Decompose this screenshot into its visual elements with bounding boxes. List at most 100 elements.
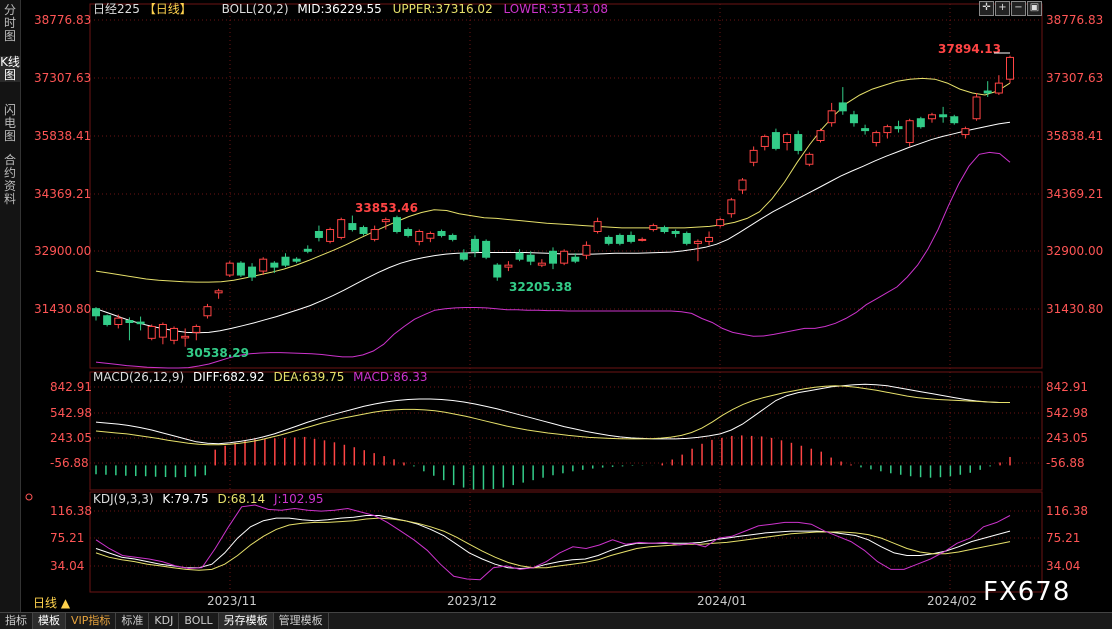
x-tick-label: 2024/02 bbox=[927, 594, 977, 608]
candle-body bbox=[248, 266, 257, 278]
candle-body bbox=[214, 290, 223, 294]
tab-manage-templates[interactable]: 管理模板 bbox=[274, 613, 329, 629]
tab-save-template[interactable]: 另存模板 bbox=[218, 613, 274, 629]
candle-body bbox=[515, 252, 524, 260]
kdj-y-tick-right: 116.38 bbox=[1046, 504, 1088, 518]
macd-header-dea: DEA:639.75 bbox=[273, 370, 344, 384]
macd-y-tick-left: -56.88 bbox=[50, 456, 89, 470]
candle-body bbox=[627, 234, 636, 242]
candle-body bbox=[883, 126, 892, 134]
candle-body bbox=[615, 234, 624, 244]
macd-y-tick-right: 542.98 bbox=[1046, 406, 1088, 420]
tab-standard[interactable]: 标准 bbox=[116, 613, 150, 629]
candle-body bbox=[459, 252, 468, 260]
macd-header-macd: MACD:86.33 bbox=[353, 370, 427, 384]
candle-body bbox=[337, 219, 346, 238]
candle-body bbox=[470, 238, 479, 252]
candle-body bbox=[314, 231, 323, 238]
watermark: FX678 bbox=[983, 577, 1071, 607]
candle-body bbox=[392, 217, 401, 233]
candle-body bbox=[303, 248, 312, 252]
kdj-header-d: D:68.14 bbox=[217, 492, 265, 506]
candles[interactable] bbox=[92, 55, 1014, 347]
kdj-settings-icon[interactable] bbox=[25, 493, 33, 501]
header-symbol: 日经225 bbox=[93, 2, 140, 16]
candle-body bbox=[426, 232, 435, 239]
tab-templates[interactable]: 模板 bbox=[33, 613, 66, 629]
kdj-y-tick-left: 116.38 bbox=[50, 504, 92, 518]
candle-body bbox=[950, 116, 959, 124]
candle-body bbox=[716, 219, 725, 227]
chart-svg[interactable]: 38776.83 37307.63 35838.41 34369.21 3290… bbox=[0, 0, 1112, 612]
macd-header-name: MACD(26,12,9) bbox=[93, 370, 184, 384]
candle-body bbox=[225, 262, 234, 276]
candle-body bbox=[805, 153, 814, 165]
main-header: 日经225 【日线】 BOLL(20,2) MID:36229.55 UPPER… bbox=[93, 2, 608, 16]
candle-body bbox=[415, 231, 424, 242]
macd-dea-line bbox=[95, 385, 1010, 446]
candle-body bbox=[582, 244, 591, 256]
candle-body bbox=[571, 256, 580, 262]
candle-body bbox=[292, 258, 301, 262]
candle-body bbox=[682, 232, 691, 244]
candle-body bbox=[537, 262, 546, 266]
tab-boll[interactable]: BOLL bbox=[179, 613, 219, 629]
candle-body bbox=[1006, 56, 1014, 80]
candle-body bbox=[916, 118, 925, 128]
candle-body bbox=[693, 240, 702, 244]
candle-body bbox=[783, 134, 792, 143]
candle-body bbox=[794, 134, 803, 151]
zoom-in-icon[interactable]: + bbox=[995, 1, 1010, 16]
candle-body bbox=[170, 327, 179, 341]
candle-body bbox=[270, 262, 279, 268]
candle-body bbox=[593, 221, 602, 232]
candle-body bbox=[838, 102, 847, 112]
annotation-high: 33853.46 bbox=[355, 201, 418, 215]
candle-body bbox=[504, 264, 513, 268]
candle-body bbox=[771, 132, 780, 149]
macd-y-tick-left: 542.98 bbox=[50, 406, 92, 420]
candle-body bbox=[549, 250, 557, 264]
header-period: 【日线】 bbox=[144, 2, 192, 16]
macd-diff-line bbox=[95, 383, 1010, 445]
bottom-toolbar: 指标 模板 VIP指标 标准 KDJ BOLL 另存模板 管理模板 bbox=[0, 612, 1112, 629]
candle-body bbox=[816, 130, 825, 141]
y-tick-left: 32900.00 bbox=[34, 244, 91, 258]
tab-vip-indicators[interactable]: VIP指标 bbox=[66, 613, 117, 629]
candle-body bbox=[370, 229, 379, 240]
annotation-last-high: 37894.13 bbox=[938, 42, 1001, 56]
candle-body bbox=[404, 229, 413, 236]
header-lower: LOWER:35143.08 bbox=[504, 2, 608, 16]
x-tick-label: 2023/12 bbox=[447, 594, 497, 608]
crosshair-icon[interactable]: ✛ bbox=[979, 1, 994, 16]
header-mid: MID:36229.55 bbox=[297, 2, 381, 16]
candle-body bbox=[359, 227, 368, 234]
candle-body bbox=[905, 120, 914, 143]
tab-indicators[interactable]: 指标 bbox=[0, 613, 33, 629]
header-indicator: BOLL(20,2) bbox=[222, 2, 289, 16]
y-tick-right: 38776.83 bbox=[1046, 13, 1103, 27]
y-tick-right: 32900.00 bbox=[1046, 244, 1103, 258]
fullscreen-icon[interactable]: ▣ bbox=[1027, 1, 1042, 16]
candle-body bbox=[181, 335, 190, 339]
period-selector[interactable]: 日线 ▲ bbox=[33, 594, 70, 611]
macd-header-diff: DIFF:682.92 bbox=[193, 370, 265, 384]
kdj-header-name: KDJ(9,3,3) bbox=[93, 492, 154, 506]
y-tick-left: 35838.41 bbox=[34, 129, 91, 143]
y-tick-left: 38776.83 bbox=[34, 13, 91, 27]
chart-area[interactable]: 38776.83 37307.63 35838.41 34369.21 3290… bbox=[0, 0, 1112, 612]
kdj-header: KDJ(9,3,3) K:79.75 D:68.14 J:102.95 bbox=[93, 492, 324, 506]
candle-body bbox=[281, 256, 290, 266]
tab-kdj[interactable]: KDJ bbox=[149, 613, 180, 629]
candle-body bbox=[526, 254, 535, 262]
candle-body bbox=[671, 231, 680, 234]
boll-lines bbox=[95, 77, 1011, 369]
candle-body bbox=[872, 132, 881, 143]
kdj-lines bbox=[95, 504, 1011, 581]
zoom-out-icon[interactable]: − bbox=[1011, 1, 1026, 16]
candle-body bbox=[983, 90, 992, 94]
candle-body bbox=[994, 82, 1003, 94]
candle-body bbox=[972, 96, 981, 120]
candle-body bbox=[203, 306, 212, 317]
candle-body bbox=[638, 238, 647, 241]
